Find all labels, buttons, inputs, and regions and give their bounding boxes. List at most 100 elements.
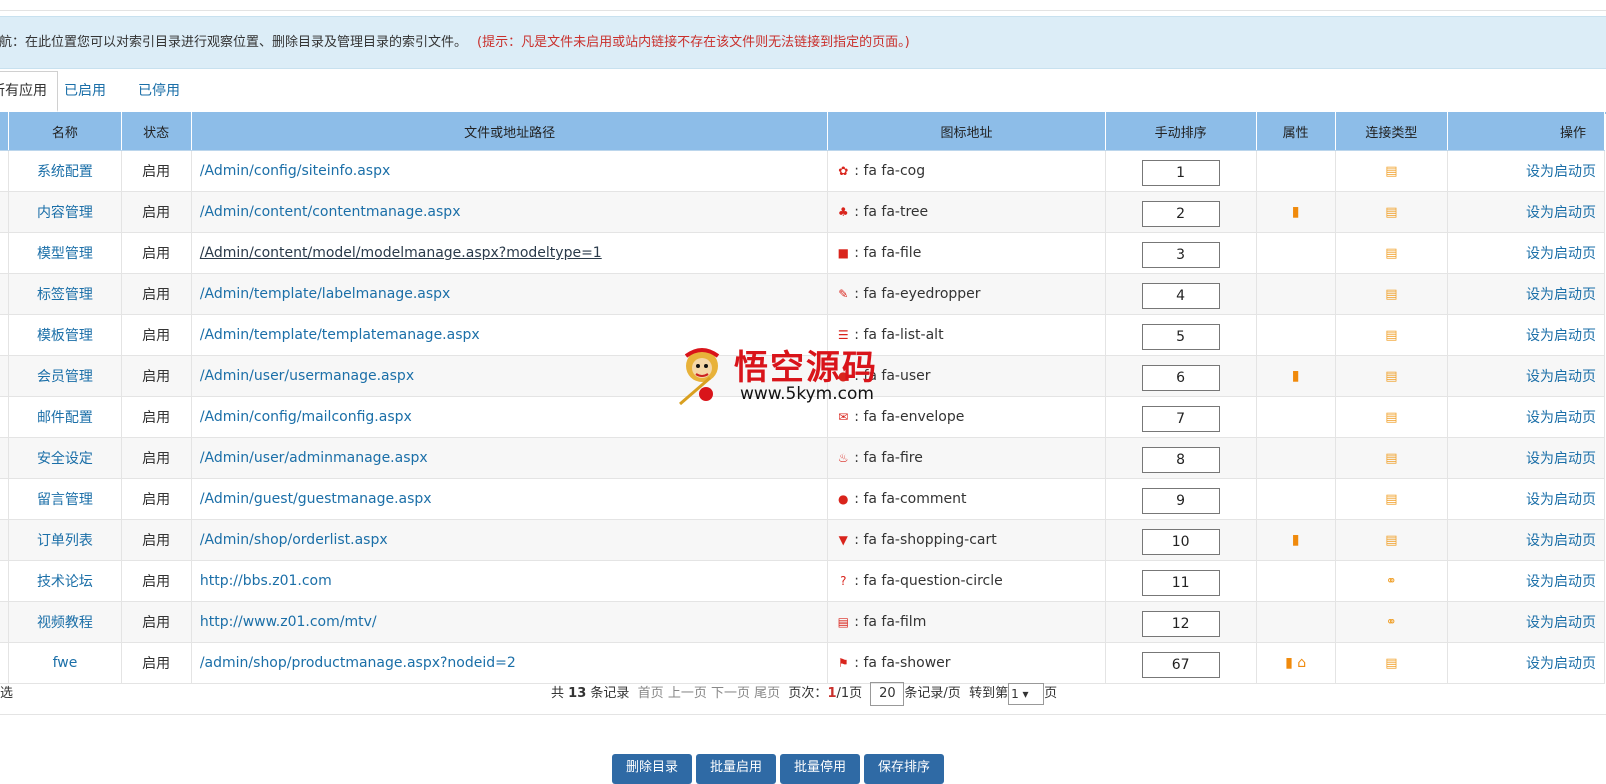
row-name[interactable]: 模型管理 [8,232,122,274]
row-path[interactable]: /Admin/content/model/modelmanage.aspx?mo… [191,232,829,274]
sort-input[interactable]: 12 [1141,611,1220,637]
row-select[interactable] [0,191,10,233]
set-start-page-link[interactable]: 设为启动页 [1447,355,1605,397]
sort-input[interactable]: 9 [1141,488,1220,514]
table-row: 安全设定 启用/Admin/user/adminmanage.aspx ♨: fa … [0,437,1605,479]
row-name[interactable]: 视频教程 [8,601,122,643]
row-status[interactable]: 启用 [121,560,192,602]
set-start-page-link[interactable]: 设为启动页 [1447,191,1605,233]
row-icon-class: fa fa-shopping-cart [863,532,997,548]
sort-input[interactable]: 2 [1141,201,1220,227]
row-status[interactable]: 启用 [121,314,192,356]
row-icon-class: fa fa-shower [863,655,951,671]
sort-input[interactable]: 4 [1141,283,1220,309]
row-path[interactable]: /Admin/user/adminmanage.aspx [191,437,829,479]
sort-input[interactable]: 8 [1141,447,1220,473]
set-start-page-link[interactable]: 设为启动页 [1447,396,1605,438]
col-sort[interactable]: 手动排序 [1105,112,1257,151]
set-start-page-link[interactable]: 设为启动页 [1447,437,1605,479]
pager-prev[interactable]: 上一页 [668,686,707,701]
set-start-page-link[interactable]: 设为启动页 [1447,601,1605,643]
row-name[interactable]: 安全设定 [8,437,122,479]
row-status[interactable]: 启用 [121,150,192,192]
row-select[interactable] [0,519,10,561]
col-status[interactable]: 状态 [121,112,192,151]
sort-input[interactable]: 7 [1141,406,1220,432]
per-page-input[interactable]: 20 [870,681,905,706]
delete-button[interactable]: 删除目录 [612,754,692,784]
row-select[interactable] [0,355,10,397]
row-status[interactable]: 启用 [121,355,192,397]
row-icon: ✿: fa fa-cog [827,150,1106,192]
row-status[interactable]: 启用 [121,191,192,233]
row-select[interactable] [0,478,10,520]
batch-disable-button[interactable]: 批量停用 [780,754,860,784]
row-path[interactable]: http://bbs.z01.com [191,560,829,602]
col-icon[interactable]: 图标地址 [827,112,1106,151]
row-select[interactable] [0,273,10,315]
page-list-icon: ▤ [1385,246,1398,261]
sort-input[interactable]: 5 [1141,324,1220,350]
row-select[interactable] [0,150,10,192]
sort-input[interactable]: 1 [1141,160,1220,186]
sort-input[interactable]: 3 [1141,242,1220,268]
tab-all[interactable]: 所有应用 [0,71,58,112]
pager-next[interactable]: 下一页 [711,686,750,701]
sort-input[interactable]: 6 [1141,365,1220,391]
set-start-page-link[interactable]: 设为启动页 [1447,273,1605,315]
row-status[interactable]: 启用 [121,519,192,561]
tab-disabled[interactable]: 已停用 [138,72,180,110]
row-name[interactable]: 技术论坛 [8,560,122,602]
row-name[interactable]: 模板管理 [8,314,122,356]
row-status[interactable]: 启用 [121,478,192,520]
batch-enable-button[interactable]: 批量启用 [696,754,776,784]
sort-input[interactable]: 10 [1141,529,1220,555]
row-path[interactable]: /Admin/shop/orderlist.aspx [191,519,829,561]
row-status[interactable]: 启用 [121,601,192,643]
col-link-type[interactable]: 连接类型 [1335,112,1449,151]
row-name[interactable]: 留言管理 [8,478,122,520]
pager-first[interactable]: 首页 [638,686,664,701]
row-status[interactable]: 启用 [121,232,192,274]
col-attr[interactable]: 属性 [1256,112,1336,151]
sort-input[interactable]: 11 [1141,570,1220,596]
row-name[interactable]: 系统配置 [8,150,122,192]
set-start-page-link[interactable]: 设为启动页 [1447,560,1605,602]
row-name[interactable]: 会员管理 [8,355,122,397]
row-path[interactable]: /Admin/content/contentmanage.aspx [191,191,829,233]
row-select[interactable] [0,560,10,602]
row-select[interactable] [0,314,10,356]
set-start-page-link[interactable]: 设为启动页 [1447,478,1605,520]
row-icon-class: fa fa-cog [863,163,926,179]
save-sort-button[interactable]: 保存排序 [864,754,944,784]
goto-select[interactable]: 1 ▾ [1008,682,1045,705]
row-status[interactable]: 启用 [121,273,192,315]
set-start-page-link[interactable]: 设为启动页 [1447,232,1605,274]
row-attr [1256,437,1336,479]
set-start-page-link[interactable]: 设为启动页 [1447,150,1605,192]
row-fa-icon: ✎ [838,287,849,301]
row-select[interactable] [0,437,10,479]
pager-total: 13 [568,686,587,701]
row-name[interactable]: 邮件配置 [8,396,122,438]
row-name[interactable]: 标签管理 [8,273,122,315]
set-start-page-link[interactable]: 设为启动页 [1447,314,1605,356]
pager-last[interactable]: 尾页 [754,686,780,701]
col-name[interactable]: 名称 [8,112,122,151]
select-all-label[interactable]: 选 [0,674,13,714]
row-status[interactable]: 启用 [121,437,192,479]
col-path[interactable]: 文件或地址路径 [191,112,829,151]
set-start-page-link[interactable]: 设为启动页 [1447,519,1605,561]
row-path[interactable]: /Admin/config/siteinfo.aspx [191,150,829,192]
row-path[interactable]: /Admin/template/labelmanage.aspx [191,273,829,315]
row-name[interactable]: 订单列表 [8,519,122,561]
notice-hint: (提示：凡是文件未启用或站内链接不存在该文件则无法链接到指定的页面。) [477,35,910,50]
row-path[interactable]: http://www.z01.com/mtv/ [191,601,829,643]
row-path[interactable]: /Admin/guest/guestmanage.aspx [191,478,829,520]
tab-enabled[interactable]: 已启用 [64,72,106,110]
row-status[interactable]: 启用 [121,396,192,438]
row-name[interactable]: 内容管理 [8,191,122,233]
row-select[interactable] [0,601,10,643]
row-select[interactable] [0,396,10,438]
row-select[interactable] [0,232,10,274]
